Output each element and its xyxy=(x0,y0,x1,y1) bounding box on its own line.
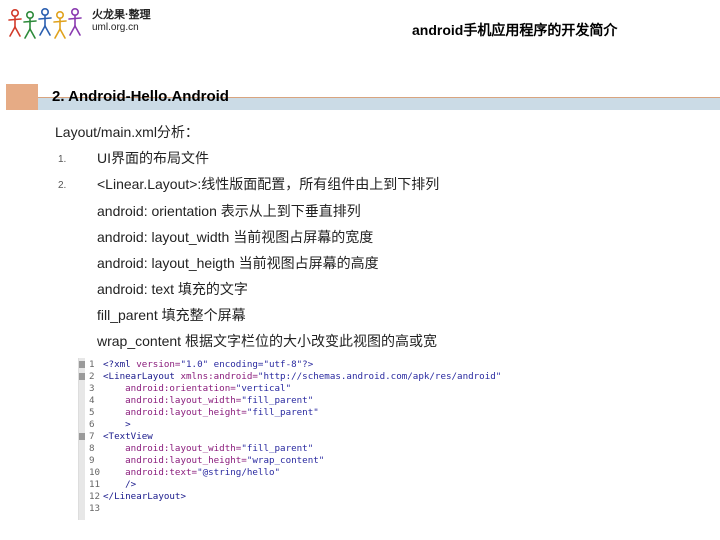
list-item: UI界面的布局文件 xyxy=(97,150,209,166)
detail-line: android: orientation 表示从上到下垂直排列 xyxy=(97,203,361,219)
detail-line: android: layout_heigth 当前视图占屏幕的高度 xyxy=(97,255,379,271)
code-line: 3 android:orientation="vertical" xyxy=(89,383,292,394)
code-line: 6 > xyxy=(89,419,131,430)
detail-line: wrap_content 根据文字栏位的大小改变此视图的高或宽 xyxy=(97,333,437,349)
fold-marker-icon xyxy=(79,373,85,380)
list-number: 1. xyxy=(58,154,67,165)
section-heading: 2. Android-Hello.Android xyxy=(52,88,229,105)
detail-line: android: text 填充的文字 xyxy=(97,281,248,297)
stick-figures-logo-icon xyxy=(8,8,82,39)
list-item: <Linear.Layout>:线性版面配置，所有组件由上到下排列 xyxy=(97,176,440,192)
code-line: 9 android:layout_height="wrap_content" xyxy=(89,455,325,466)
code-line: 8 android:layout_width="fill_parent" xyxy=(89,443,314,454)
logo-url: uml.org.cn xyxy=(92,22,139,33)
accent-block xyxy=(6,84,38,110)
code-line: 2 <LinearLayout xmlns:android="http://sch… xyxy=(89,371,502,382)
detail-line: fill_parent 填充整个屏幕 xyxy=(97,307,246,323)
fold-marker-icon xyxy=(79,433,85,440)
detail-line: android: layout_width 当前视图占屏幕的宽度 xyxy=(97,229,374,245)
code-line: 1 <?xml version="1.0" encoding="utf-8"?> xyxy=(89,359,314,370)
code-line: 13 xyxy=(89,503,101,514)
code-line: 11 /> xyxy=(89,479,137,490)
code-line: 5 android:layout_height="fill_parent" xyxy=(89,407,319,418)
code-line: 7 <TextView xyxy=(89,431,153,442)
code-listing: 1 <?xml version="1.0" encoding="utf-8"?> … xyxy=(78,358,611,520)
code-line: 10 android:text="@string/hello" xyxy=(89,467,281,478)
subheading: Layout/main.xml分析： xyxy=(55,124,199,140)
list-number: 2. xyxy=(58,180,67,191)
code-line: 4 android:layout_width="fill_parent" xyxy=(89,395,314,406)
code-line: 12 </LinearLayout> xyxy=(89,491,186,502)
fold-marker-icon xyxy=(79,361,85,368)
page-title: android手机应用程序的开发简介 xyxy=(412,22,618,38)
logo-name: 火龙果·整理 xyxy=(92,9,151,21)
site-logo: 火龙果·整理 uml.org.cn xyxy=(6,4,156,44)
